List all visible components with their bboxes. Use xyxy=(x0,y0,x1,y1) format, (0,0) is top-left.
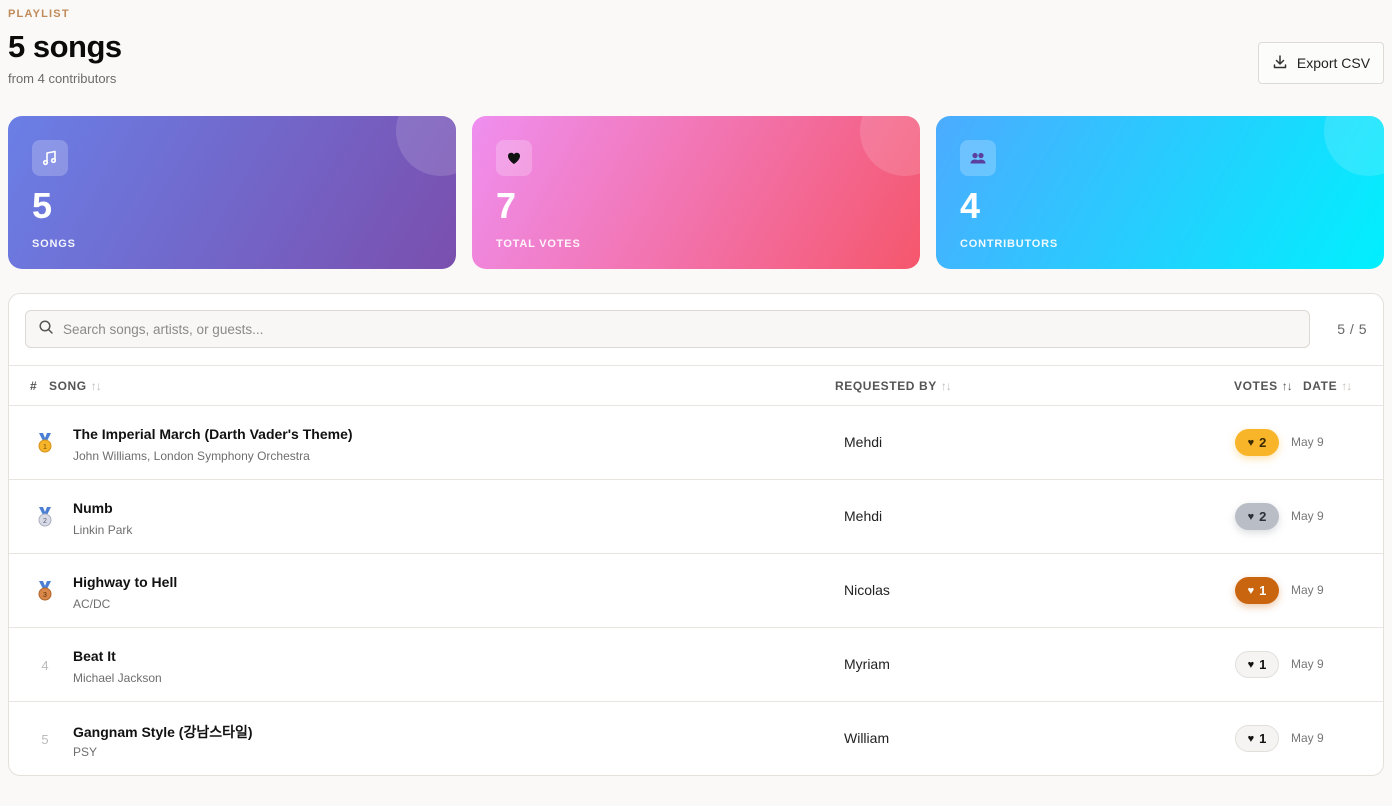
column-header-date[interactable]: DATE ↑↓ xyxy=(1303,379,1352,393)
song-date: May 9 xyxy=(1291,657,1324,671)
table-header: # SONG ↑↓ REQUESTED BY ↑↓ VOTES ↑↓ DATE … xyxy=(9,365,1383,406)
stat-value: 7 xyxy=(496,185,517,226)
requested-by: Mehdi xyxy=(844,508,883,524)
users-icon xyxy=(960,140,996,176)
export-csv-label: Export CSV xyxy=(1296,55,1371,71)
decorative-circle xyxy=(860,116,920,176)
heart-icon: ♥ xyxy=(1247,510,1255,523)
table-row[interactable]: 3 Highway to Hell AC/DC Nicolas ♥ 1 May … xyxy=(9,554,1383,628)
search-input[interactable] xyxy=(63,321,1309,337)
vote-button[interactable]: ♥ 1 xyxy=(1235,651,1279,678)
search-row: 5 / 5 xyxy=(25,310,1367,348)
stat-value: 5 xyxy=(32,185,53,226)
vote-button[interactable]: ♥ 1 xyxy=(1235,577,1279,604)
bronze-medal-icon: 3 xyxy=(35,554,55,628)
svg-text:1: 1 xyxy=(43,444,47,451)
song-artist: Linkin Park xyxy=(73,523,133,537)
vote-count: 1 xyxy=(1259,731,1267,746)
stat-card-votes: 7 TOTAL VOTES xyxy=(472,116,920,269)
search-box[interactable] xyxy=(25,310,1310,348)
requested-by: William xyxy=(844,730,890,746)
stat-label: SONGS xyxy=(32,238,76,250)
column-label: SONG xyxy=(49,379,87,393)
column-header-requested-by[interactable]: REQUESTED BY ↑↓ xyxy=(835,379,952,393)
vote-count: 1 xyxy=(1259,657,1267,672)
column-label: REQUESTED BY xyxy=(835,379,937,393)
stat-value: 4 xyxy=(960,185,981,226)
column-label: VOTES xyxy=(1234,379,1278,393)
page-header: PLAYLIST 5 songs from 4 contributors Exp… xyxy=(8,8,1384,98)
column-header-rank: # xyxy=(30,379,37,393)
music-note-icon xyxy=(32,140,68,176)
result-count: 5 / 5 xyxy=(1337,321,1367,337)
stat-label: CONTRIBUTORS xyxy=(960,238,1059,250)
song-artist: AC/DC xyxy=(73,597,111,611)
decorative-circle xyxy=(396,116,456,176)
rank-number: 4 xyxy=(41,657,49,673)
decorative-circle xyxy=(1324,116,1384,176)
heart-icon: ♥ xyxy=(1247,732,1255,745)
song-title: Gangnam Style (강남스타일) xyxy=(73,724,253,740)
requested-by: Myriam xyxy=(844,656,890,672)
playlist-table-panel: 5 / 5 # SONG ↑↓ REQUESTED BY ↑↓ VOTES ↑↓… xyxy=(8,293,1384,776)
sort-icon: ↑↓ xyxy=(940,379,952,393)
song-date: May 9 xyxy=(1291,731,1324,745)
song-title: Highway to Hell xyxy=(73,574,178,590)
song-title: Beat It xyxy=(73,648,116,664)
sort-icon: ↑↓ xyxy=(1341,379,1352,393)
heart-icon: ♥ xyxy=(1247,436,1255,449)
table-row[interactable]: 2 Numb Linkin Park Mehdi ♥ 2 May 9 xyxy=(9,480,1383,554)
column-label: # xyxy=(30,379,38,393)
stat-card-songs: 5 SONGS xyxy=(8,116,456,269)
search-icon xyxy=(38,319,54,340)
requested-by: Mehdi xyxy=(844,434,883,450)
column-header-votes[interactable]: VOTES ↑↓ xyxy=(1234,379,1293,393)
sort-icon: ↑↓ xyxy=(90,379,102,393)
song-title: The Imperial March (Darth Vader's Theme) xyxy=(73,426,353,442)
silver-medal-icon: 2 xyxy=(35,480,55,554)
table-row[interactable]: 4 Beat It Michael Jackson Myriam ♥ 1 May… xyxy=(9,628,1383,702)
vote-count: 2 xyxy=(1259,435,1267,450)
stat-label: TOTAL VOTES xyxy=(496,238,581,250)
vote-button[interactable]: ♥ 1 xyxy=(1235,725,1279,752)
song-date: May 9 xyxy=(1291,509,1324,523)
song-artist: John Williams, London Symphony Orchestra xyxy=(73,449,310,463)
song-title: Numb xyxy=(73,500,113,516)
song-artist: PSY xyxy=(73,745,98,759)
heart-icon: ♥ xyxy=(1247,584,1255,597)
rank-number: 5 xyxy=(41,731,49,747)
song-date: May 9 xyxy=(1291,583,1324,597)
table-row[interactable]: 1 The Imperial March (Darth Vader's Them… xyxy=(9,406,1383,480)
sort-active-icon: ↑↓ xyxy=(1281,379,1293,393)
download-icon xyxy=(1272,54,1288,73)
export-csv-button[interactable]: Export CSV xyxy=(1258,42,1384,84)
song-artist: Michael Jackson xyxy=(73,671,162,685)
heart-icon xyxy=(496,140,532,176)
heart-icon: ♥ xyxy=(1247,658,1255,671)
page-subtitle: from 4 contributors xyxy=(8,71,117,86)
table-row[interactable]: 5 Gangnam Style (강남스타일) PSY William ♥ 1 … xyxy=(9,702,1383,775)
requested-by: Nicolas xyxy=(844,582,890,598)
stat-card-contributors: 4 CONTRIBUTORS xyxy=(936,116,1384,269)
page-eyebrow: PLAYLIST xyxy=(8,8,70,20)
svg-text:3: 3 xyxy=(43,592,47,599)
vote-button[interactable]: ♥ 2 xyxy=(1235,503,1279,530)
song-date: May 9 xyxy=(1291,435,1324,449)
page-title: 5 songs xyxy=(8,29,122,64)
vote-count: 2 xyxy=(1259,509,1267,524)
stats-row: 5 SONGS 7 TOTAL VOTES 4 CONTRIBUTORS xyxy=(8,116,1384,269)
svg-text:2: 2 xyxy=(43,518,47,525)
gold-medal-icon: 1 xyxy=(35,406,55,480)
column-label: DATE xyxy=(1303,379,1338,393)
vote-count: 1 xyxy=(1259,583,1267,598)
vote-button[interactable]: ♥ 2 xyxy=(1235,429,1279,456)
column-header-song[interactable]: SONG ↑↓ xyxy=(49,379,102,393)
